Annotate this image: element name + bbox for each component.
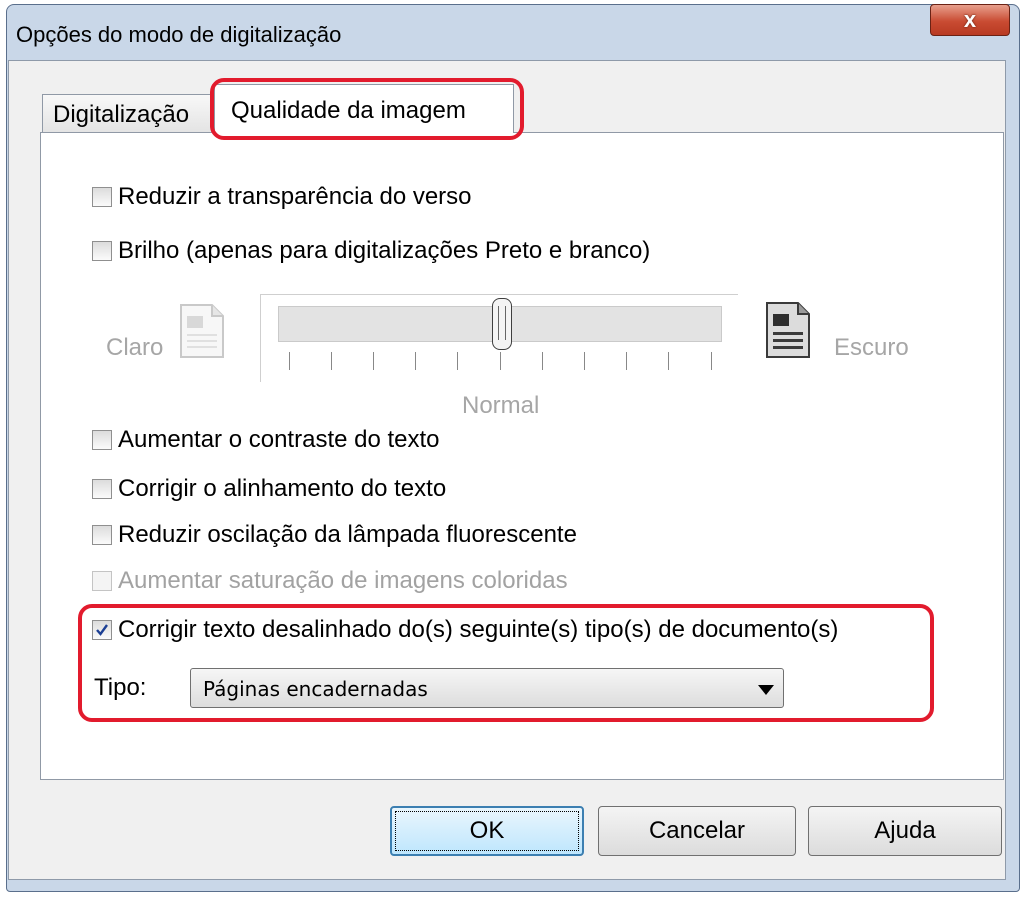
- text-contrast-label: Aumentar o contraste do texto: [118, 426, 440, 453]
- saturation-checkbox[interactable]: Aumentar saturação de imagens coloridas: [92, 566, 568, 596]
- checkbox-box: [92, 525, 112, 545]
- checkbox-box: [92, 187, 112, 207]
- flicker-reduction-label: Reduzir oscilação da lâmpada fluorescent…: [118, 521, 577, 548]
- checkbox-box: [92, 571, 112, 591]
- ok-button[interactable]: OK: [390, 806, 584, 856]
- tab-highlight-frame: [210, 78, 524, 140]
- window-title: Opções do modo de digitalização: [16, 22, 342, 47]
- slider-tick: [500, 352, 501, 370]
- reduce-bleed-checkbox[interactable]: Reduzir a transparência do verso: [92, 182, 472, 212]
- reduce-bleed-label: Reduzir a transparência do verso: [118, 183, 472, 210]
- ok-button-label: OK: [469, 817, 505, 844]
- brightness-label: Brilho (apenas para digitalizações Preto…: [118, 237, 651, 264]
- help-button[interactable]: Ajuda: [808, 806, 1002, 856]
- saturation-label: Aumentar saturação de imagens coloridas: [118, 567, 568, 594]
- dark-document-icon: [766, 302, 810, 358]
- flicker-reduction-checkbox[interactable]: Reduzir oscilação da lâmpada fluorescent…: [92, 520, 577, 550]
- slider-tick: [457, 352, 458, 370]
- help-button-label: Ajuda: [874, 817, 936, 844]
- slider-tick: [373, 352, 374, 370]
- slider-tick: [289, 352, 290, 370]
- light-document-icon: [180, 304, 224, 358]
- slider-tick: [711, 352, 712, 370]
- skew-highlight-frame: [78, 604, 934, 722]
- tab-digitalizacao[interactable]: Digitalização: [42, 94, 214, 132]
- brightness-slider-thumb[interactable]: [492, 298, 512, 350]
- text-contrast-checkbox[interactable]: Aumentar o contraste do texto: [92, 425, 440, 455]
- slider-right-label: Escuro: [834, 334, 909, 361]
- slider-tick: [584, 352, 585, 370]
- text-alignment-checkbox[interactable]: Corrigir o alinhamento do texto: [92, 474, 446, 504]
- slider-tick: [668, 352, 669, 370]
- slider-tick: [626, 352, 627, 370]
- close-icon: x: [963, 7, 977, 32]
- brightness-checkbox[interactable]: Brilho (apenas para digitalizações Preto…: [92, 236, 650, 266]
- cancel-button-label: Cancelar: [648, 817, 746, 844]
- slider-tick: [331, 352, 332, 370]
- checkbox-box: [92, 479, 112, 499]
- slider-tick: [542, 352, 543, 370]
- slider-tick: [415, 352, 416, 370]
- checkbox-box: [92, 241, 112, 261]
- slider-center-label: Normal: [462, 392, 540, 419]
- cancel-button[interactable]: Cancelar: [598, 806, 796, 856]
- checkbox-box: [92, 430, 112, 450]
- text-alignment-label: Corrigir o alinhamento do texto: [118, 475, 447, 502]
- slider-left-label: Claro: [106, 334, 164, 361]
- close-button[interactable]: x: [930, 4, 1010, 36]
